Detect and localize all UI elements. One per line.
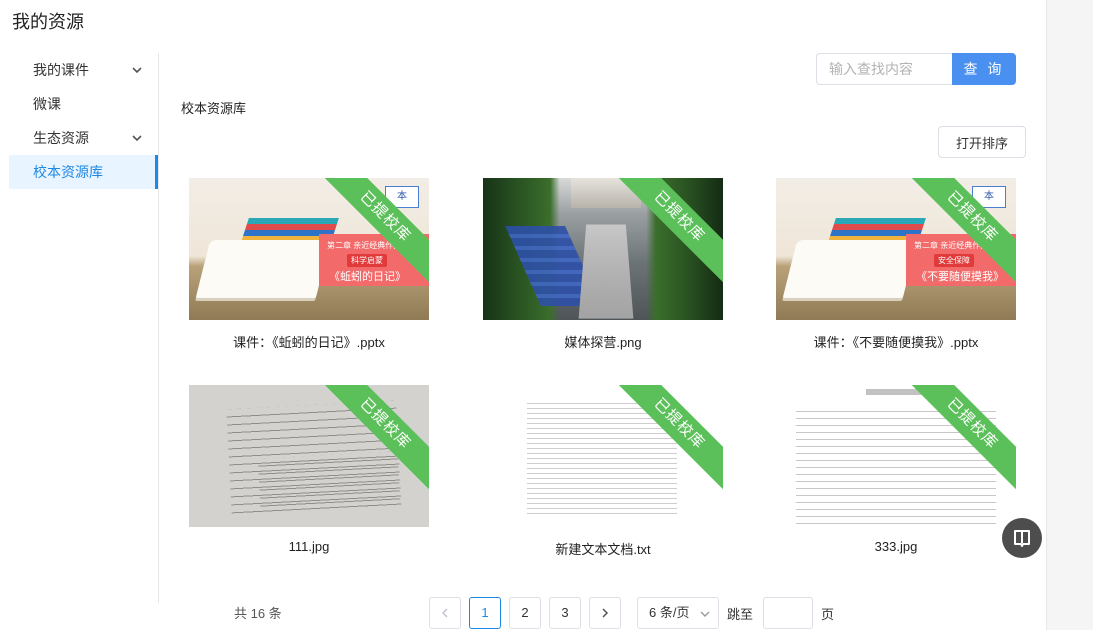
right-gutter xyxy=(1046,0,1093,630)
resource-thumbnail[interactable]: 已提校库 xyxy=(776,385,1016,527)
resource-card[interactable]: 已提校库 媒体探营.png xyxy=(483,178,723,351)
sidebar-item-label: 我的课件 xyxy=(33,62,89,78)
road-shape xyxy=(578,224,634,319)
resource-name[interactable]: 媒体探营.png xyxy=(483,332,723,351)
jump-page-input[interactable] xyxy=(763,597,813,629)
slide-tag: 安全保障 xyxy=(934,254,974,267)
sidebar: 我的课件 微课 生态资源 校本资源库 xyxy=(9,53,159,603)
book-icon xyxy=(1014,530,1030,547)
search-input[interactable] xyxy=(816,53,953,85)
jump-label: 跳至 xyxy=(727,607,754,622)
sidebar-item-label: 校本资源库 xyxy=(33,164,103,180)
resource-thumbnail[interactable]: 已提校库 xyxy=(189,385,429,527)
resource-thumbnail[interactable]: 第二章 亲近经典作品 安全保障 《不要随便摸我》 本 已提校库 xyxy=(776,178,1016,320)
resource-card[interactable]: 已提校库 333.jpg xyxy=(776,385,1016,554)
resource-name[interactable]: 课件：《不要随便摸我》.pptx xyxy=(776,332,1016,351)
resource-thumbnail[interactable]: 已提校库 xyxy=(483,385,723,527)
resource-thumbnail[interactable]: 已提校库 xyxy=(483,178,723,320)
section-title: 校本资源库 xyxy=(181,101,247,116)
total-count: 共 16 条 xyxy=(234,606,282,621)
page-unit-label: 页 xyxy=(821,607,835,622)
chevron-down-icon xyxy=(700,611,710,617)
open-book-illustration xyxy=(782,240,918,298)
chevron-left-icon xyxy=(441,608,448,618)
resource-thumbnail[interactable]: 第二章 亲近经典作品 科学启蒙 《蚯蚓的日记》 本 已提校库 xyxy=(189,178,429,320)
sidebar-item-label: 微课 xyxy=(33,96,61,112)
sidebar-item-my-courseware[interactable]: 我的课件 xyxy=(9,53,158,87)
page-button-2[interactable]: 2 xyxy=(509,597,541,629)
page-size-label: 6 条/页 xyxy=(649,605,690,620)
page-title: 我的资源 xyxy=(12,12,84,32)
slide-tag: 科学启蒙 xyxy=(347,254,387,267)
chevron-right-icon xyxy=(602,608,609,618)
page-size-select[interactable]: 6 条/页 xyxy=(637,597,719,629)
chevron-down-icon xyxy=(132,67,142,74)
floating-book-button[interactable] xyxy=(1002,518,1042,558)
resource-card[interactable]: 已提校库 111.jpg xyxy=(189,385,429,554)
resource-card[interactable]: 已提校库 新建文本文档.txt xyxy=(483,385,723,558)
sidebar-item-label: 生态资源 xyxy=(33,130,89,146)
sidebar-item-school-library[interactable]: 校本资源库 xyxy=(9,155,158,189)
prev-page-button[interactable] xyxy=(429,597,461,629)
search-button[interactable]: 查 询 xyxy=(952,53,1016,85)
next-page-button[interactable] xyxy=(589,597,621,629)
slide-title-text: 《不要随便摸我》 xyxy=(916,271,1004,283)
sidebar-item-micro-lesson[interactable]: 微课 xyxy=(9,87,158,121)
slide-title-text: 《蚯蚓的日记》 xyxy=(329,271,406,283)
open-book-illustration xyxy=(195,240,331,298)
resource-name[interactable]: 课件：《蚯蚓的日记》.pptx xyxy=(189,332,429,351)
open-sort-button[interactable]: 打开排序 xyxy=(938,126,1026,158)
document-lines xyxy=(257,451,401,509)
page-button-3[interactable]: 3 xyxy=(549,597,581,629)
resource-card[interactable]: 第二章 亲近经典作品 安全保障 《不要随便摸我》 本 已提校库 课件：《不要随便… xyxy=(776,178,1016,351)
chevron-down-icon xyxy=(132,135,142,142)
resource-name[interactable]: 111.jpg xyxy=(189,539,429,554)
resource-name[interactable]: 新建文本文档.txt xyxy=(483,539,723,558)
page-button-1[interactable]: 1 xyxy=(469,597,501,629)
resource-card[interactable]: 第二章 亲近经典作品 科学启蒙 《蚯蚓的日记》 本 已提校库 课件：《蚯蚓的日记… xyxy=(189,178,429,351)
sidebar-item-eco-resources[interactable]: 生态资源 xyxy=(9,121,158,155)
resource-name[interactable]: 333.jpg xyxy=(776,539,1016,554)
